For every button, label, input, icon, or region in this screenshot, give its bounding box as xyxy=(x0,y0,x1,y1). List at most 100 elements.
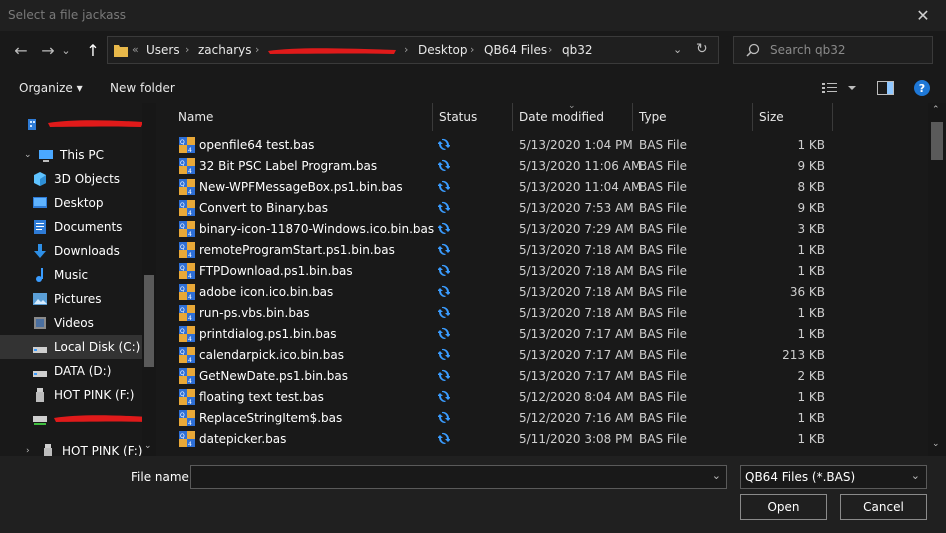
sidebar-item[interactable]: Videos xyxy=(32,311,158,335)
sync-icon xyxy=(437,411,451,426)
pictures-icon xyxy=(32,291,48,307)
breadcrumb-desktop[interactable]: Desktop xyxy=(418,43,468,57)
bas-file-icon: Q4 xyxy=(179,347,195,364)
navigation-scrollbar-thumb[interactable] xyxy=(144,275,154,367)
breadcrumb-separator[interactable]: › xyxy=(255,43,259,56)
sidebar-item-label: Downloads xyxy=(54,244,120,258)
view-options-button[interactable] xyxy=(822,80,858,96)
file-type: BAS File xyxy=(639,285,687,299)
file-size: 1 KB xyxy=(797,243,825,257)
sidebar-item[interactable] xyxy=(26,112,158,136)
column-date-modified[interactable]: Date modified xyxy=(519,110,604,124)
file-size: 9 KB xyxy=(797,201,825,215)
column-status[interactable]: Status xyxy=(439,110,477,124)
file-row[interactable]: Q 4 FTPDownload.ps1.bin.bas 5/13/2020 7:18 … xyxy=(170,261,930,282)
file-row[interactable]: Q 4 GetNewDate.ps1.bin.bas 5/13/2020 7:17 A… xyxy=(170,366,930,387)
breadcrumb-separator[interactable]: › xyxy=(404,43,408,56)
search-input[interactable] xyxy=(770,42,925,58)
breadcrumb-users[interactable]: Users xyxy=(146,43,180,57)
file-type-select[interactable]: QB64 Files (*.BAS) ⌄ xyxy=(740,465,927,489)
column-divider[interactable] xyxy=(752,103,753,131)
address-bar[interactable]: « Users › zacharys › › Desktop › QB64 Fi… xyxy=(107,36,719,64)
bas-file-icon: Q4 xyxy=(179,326,195,343)
redaction-mark xyxy=(54,412,150,427)
file-row[interactable]: Q 4 printdialog.ps1.bin.bas 5/13/2020 7:17 … xyxy=(170,324,930,345)
breadcrumb-separator[interactable]: › xyxy=(470,43,474,56)
chevron-down-icon[interactable]: ⌄ xyxy=(712,469,721,482)
file-row[interactable]: Q 4 floating text test.bas 5/12/2020 8:04 A… xyxy=(170,387,930,408)
redacted-breadcrumb[interactable] xyxy=(266,44,398,55)
cancel-button[interactable]: Cancel xyxy=(840,494,927,520)
breadcrumb-separator[interactable]: › xyxy=(185,43,189,56)
preview-pane-button[interactable] xyxy=(877,81,894,95)
file-list-scrollbar-thumb[interactable] xyxy=(931,122,943,160)
up-button[interactable]: ↑ xyxy=(81,38,105,62)
sidebar-item[interactable]: Desktop xyxy=(32,191,158,215)
breadcrumb-qb64-files[interactable]: QB64 Files xyxy=(484,43,547,57)
column-divider[interactable] xyxy=(832,103,833,131)
column-size[interactable]: Size xyxy=(759,110,784,124)
column-type[interactable]: Type xyxy=(639,110,667,124)
scroll-up-icon[interactable]: ⌃ xyxy=(932,105,940,115)
column-divider[interactable] xyxy=(512,103,513,131)
folder-icon xyxy=(114,42,128,58)
file-row[interactable]: Q 4 datepicker.bas 5/11/2020 3:08 PM BAS Fil… xyxy=(170,429,930,450)
sidebar-item[interactable]: Pictures xyxy=(32,287,158,311)
file-size: 1 KB xyxy=(797,327,825,341)
sidebar-item[interactable]: Music xyxy=(32,263,158,287)
refresh-icon[interactable]: ↻ xyxy=(696,41,708,57)
sidebar-item[interactable]: › HOT PINK (F:) xyxy=(26,439,158,456)
sidebar-item[interactable] xyxy=(32,407,158,431)
close-button[interactable]: ✕ xyxy=(900,0,946,31)
column-name[interactable]: Name xyxy=(178,110,213,124)
file-row[interactable]: Q 4 32 Bit PSC Label Program.bas 5/13/2020 … xyxy=(170,156,930,177)
sync-icon xyxy=(437,327,451,342)
file-row[interactable]: Q 4 adobe icon.ico.bin.bas 5/13/2020 7:18 A… xyxy=(170,282,930,303)
sidebar-item[interactable]: HOT PINK (F:) xyxy=(32,383,158,407)
svg-text:4: 4 xyxy=(188,168,192,174)
forward-button[interactable]: → xyxy=(36,38,60,62)
sidebar-item[interactable]: Documents xyxy=(32,215,158,239)
breadcrumb-zacharys[interactable]: zacharys xyxy=(198,43,252,57)
search-box[interactable] xyxy=(733,36,933,64)
sidebar-item[interactable]: Downloads xyxy=(32,239,158,263)
filename-combobox[interactable]: ⌄ xyxy=(190,465,727,489)
filename-input[interactable] xyxy=(195,469,700,485)
open-button[interactable]: Open xyxy=(740,494,827,520)
organize-button[interactable]: Organize ▾ xyxy=(19,81,83,95)
sidebar-item[interactable]: 3D Objects xyxy=(32,167,158,191)
recent-locations-button[interactable]: ⌄ xyxy=(58,38,74,62)
file-size: 1 KB xyxy=(797,390,825,404)
breadcrumb-overflow[interactable]: « xyxy=(132,43,139,56)
sidebar-item[interactable]: ⌄ This PC xyxy=(24,143,158,167)
file-row[interactable]: Q 4 ReplaceStringItem$.bas 5/12/2020 7:16 A… xyxy=(170,408,930,429)
collapse-icon[interactable]: › xyxy=(26,446,34,456)
back-button[interactable]: ← xyxy=(9,38,33,62)
expand-icon[interactable]: ⌄ xyxy=(24,150,32,160)
column-divider[interactable] xyxy=(432,103,433,131)
file-row[interactable]: Q 4 Convert to Binary.bas 5/13/2020 7:53 AM… xyxy=(170,198,930,219)
sidebar-item[interactable]: DATA (D:) xyxy=(32,359,158,383)
bas-file-icon: Q4 xyxy=(179,389,195,406)
desktop-icon xyxy=(32,195,48,211)
file-row[interactable]: Q 4 calendarpick.ico.bin.bas 5/13/2020 7:17… xyxy=(170,345,930,366)
sidebar-item-label: This PC xyxy=(60,148,104,162)
column-divider[interactable] xyxy=(632,103,633,131)
navigation-pane: ⌄ This PC 3D Objects Desktop Documents Downlo… xyxy=(0,103,158,456)
sidebar-item[interactable]: Local Disk (C:) xyxy=(0,335,142,359)
file-row[interactable]: Q 4 binary-icon-11870-Windows.ico.bin.bas 5… xyxy=(170,219,930,240)
sync-icon xyxy=(437,180,451,195)
file-row[interactable]: Q 4 New-WPFMessageBox.ps1.bin.bas 5/13/2020… xyxy=(170,177,930,198)
breadcrumb-separator[interactable]: › xyxy=(548,43,552,56)
help-button[interactable]: ? xyxy=(914,80,930,96)
file-row[interactable]: Q 4 remoteProgramStart.ps1.bin.bas 5/13/202… xyxy=(170,240,930,261)
scroll-down-icon[interactable]: ⌄ xyxy=(144,441,152,451)
file-row[interactable]: Q 4 openfile64 test.bas 5/13/2020 1:04 PM BA… xyxy=(170,135,930,156)
search-icon xyxy=(746,43,760,57)
address-dropdown[interactable]: ⌄ xyxy=(673,43,682,56)
file-row[interactable]: Q 4 run-ps.vbs.bin.bas 5/13/2020 7:18 AM BAS… xyxy=(170,303,930,324)
scroll-down-icon[interactable]: ⌄ xyxy=(932,439,940,449)
breadcrumb-qb32[interactable]: qb32 xyxy=(562,43,593,57)
back-arrow-icon: ← xyxy=(14,40,28,60)
new-folder-button[interactable]: New folder xyxy=(110,81,175,95)
